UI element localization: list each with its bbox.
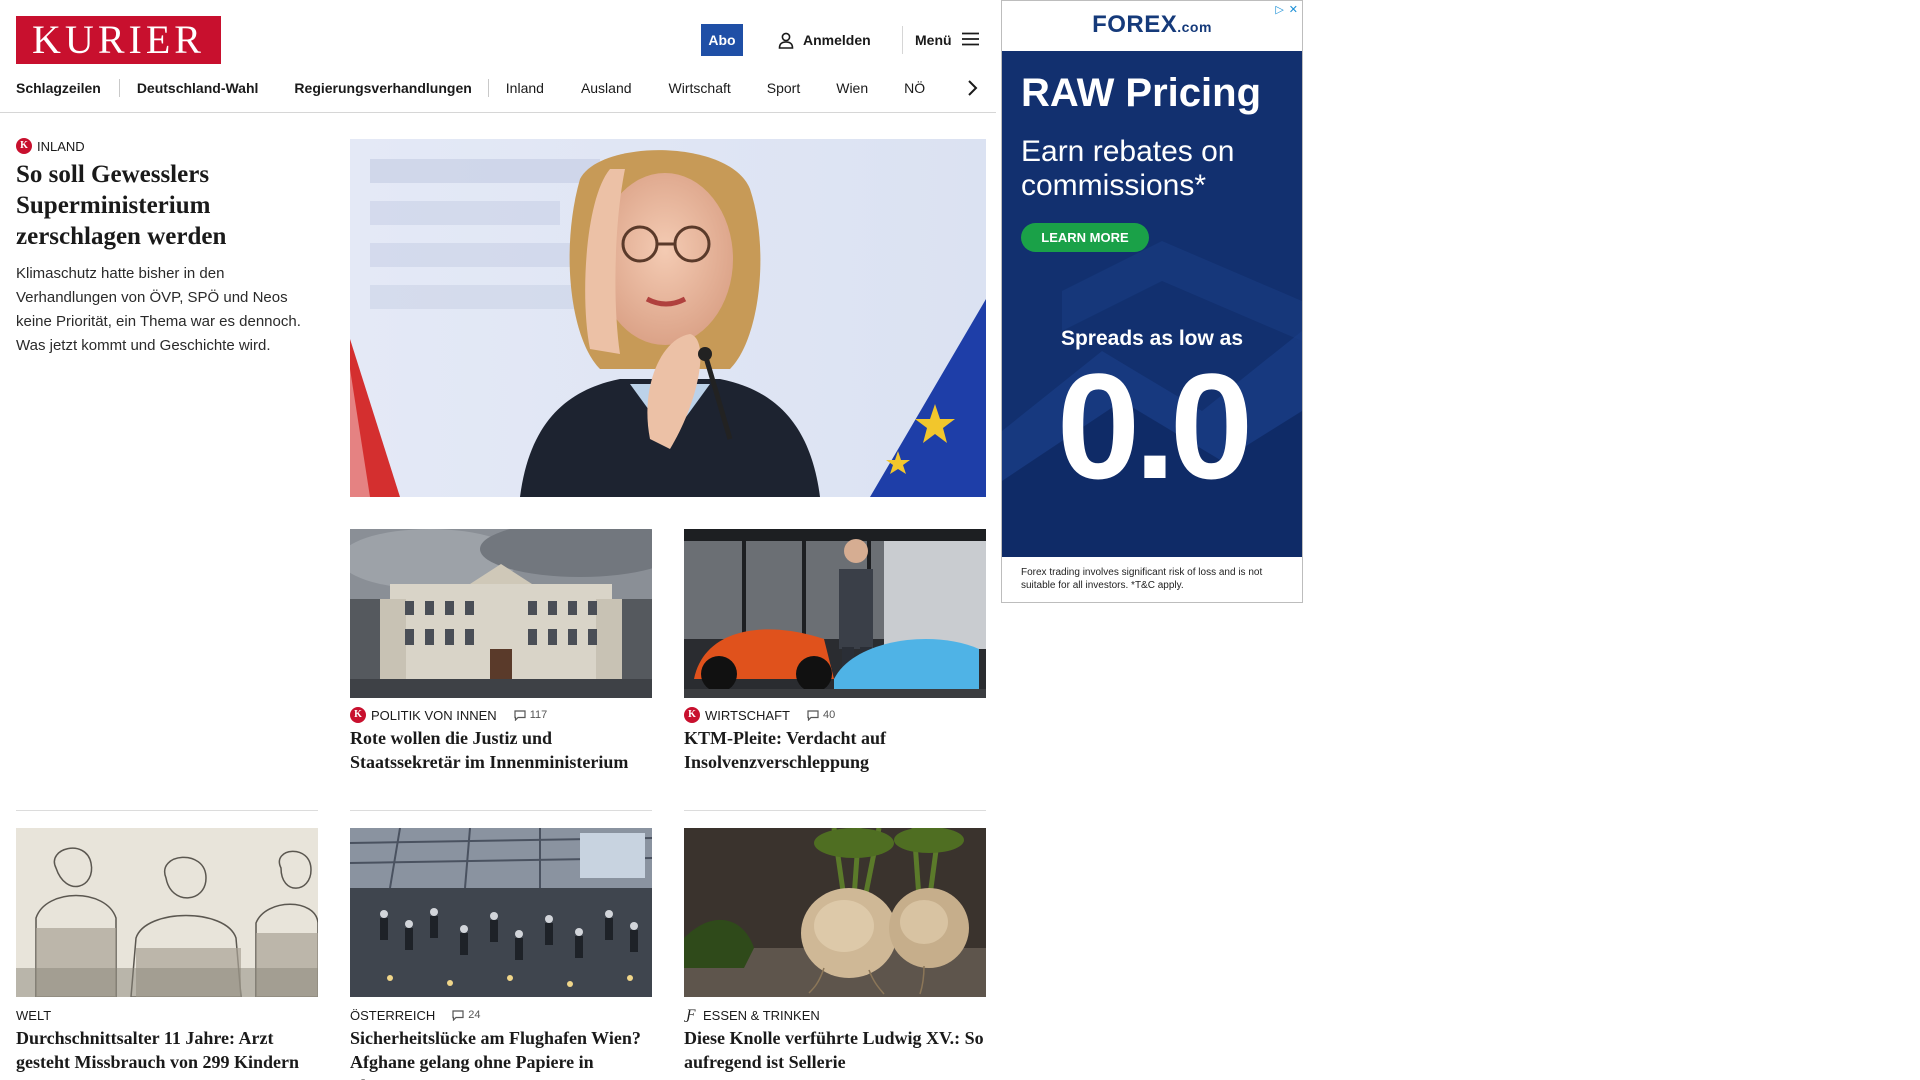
teaser-image-justiz[interactable] [350,529,652,698]
learn-more-button[interactable]: LEARN MORE [1021,223,1149,252]
teaser-image-gerichtszeichnung[interactable] [16,828,318,997]
comment-count-value: 117 [529,709,548,721]
nav-item-deutschland-wahl[interactable]: Deutschland-Wahl [137,80,259,96]
ad-header: FOREX.com ▷ ✕ [1002,1,1302,51]
nav-item-regierungsverhandlungen[interactable]: Regierungsverhandlungen [294,80,471,96]
kurier-k-icon: K [684,707,700,723]
nav-item-ausland[interactable]: Ausland [581,80,632,96]
lead-kicker-label: INLAND [37,138,85,154]
teaser-headline-sellerie[interactable]: Diese Knolle verführte Ludwig XV.: So au… [684,1026,986,1074]
ad-choices[interactable]: ▷ ✕ [1275,3,1298,16]
comment-icon [514,709,526,721]
teaser-kicker-label: ÖSTERREICH [350,1007,436,1023]
teaser-headline-ktm[interactable]: KTM-Pleite: Verdacht auf Insolvenzversch… [684,726,986,774]
teaser-image-flughafen[interactable] [350,828,652,997]
header-divider [902,26,903,54]
comment-count[interactable]: 40 [807,709,835,721]
teaser-headline-missbrauch[interactable]: Durchschnittsalter 11 Jahre: Arzt gesteh… [16,1026,318,1074]
abo-button[interactable]: Abo [701,24,743,56]
kurier-k-icon: K [350,707,366,723]
site-header: KURIER Abo Anmelden Menü Schlagzeilen De… [0,0,996,113]
comment-count[interactable]: 117 [514,709,548,721]
teaser-kicker-label: WIRTSCHAFT [705,707,790,723]
comment-icon [452,1009,464,1021]
teaser-kicker-label: ESSEN & TRINKEN [703,1007,820,1023]
teaser-kicker-wirtschaft[interactable]: K WIRTSCHAFT 40 [684,707,835,723]
teaser-kicker-essen[interactable]: ƒ ESSEN & TRINKEN [684,1007,820,1023]
ad-choices-icon[interactable]: ▷ [1275,3,1283,16]
lead-headline[interactable]: So soll Gewesslers Superministerium zers… [16,159,316,252]
nav-divider [118,79,120,97]
teaser-kicker-welt[interactable]: WELT [16,1007,51,1023]
ad-headline: RAW Pricing [1021,71,1262,115]
hamburger-icon [961,32,979,49]
nav-item-schlagzeilen[interactable]: Schlagzeilen [16,80,101,96]
teaser-image-sellerie[interactable] [684,828,986,997]
menu-label: Menü [915,32,952,48]
kurier-k-icon: K [16,138,32,154]
teaser-headline-justiz[interactable]: Rote wollen die Justiz und Staatssekretä… [350,726,652,774]
menu-button[interactable]: Menü [915,30,979,50]
row-divider [350,810,652,811]
close-icon[interactable]: ✕ [1289,3,1298,16]
teaser-image-ktm[interactable] [684,529,986,698]
row-divider [16,810,318,811]
kurier-logo[interactable]: KURIER [16,16,221,64]
teaser-kicker-politik[interactable]: K POLITIK VON INNEN 117 [350,707,547,723]
nav-item-inland[interactable]: Inland [506,80,544,96]
lead-kicker[interactable]: K INLAND [16,138,85,154]
comment-count-value: 40 [822,709,836,721]
nav-item-wien[interactable]: Wien [836,80,868,96]
teaser-headline-flughafen[interactable]: Sicherheitslücke am Flughafen Wien? Afgh… [350,1026,652,1080]
nav-item-sport[interactable]: Sport [767,80,800,96]
row-divider [684,810,986,811]
user-icon [778,32,794,49]
forex-ad[interactable]: FOREX.com ▷ ✕ RAW Pricing Earn rebates o… [1001,0,1303,603]
comment-count[interactable]: 24 [452,1009,480,1021]
comment-icon [807,709,819,721]
login-link[interactable]: Anmelden [778,30,871,50]
nav-item-noe[interactable]: NÖ [904,80,925,96]
login-label: Anmelden [803,32,871,48]
nav-divider [487,79,489,97]
teaser-kicker-oesterreich[interactable]: ÖSTERREICH 24 [350,1007,480,1023]
main-navigation: Schlagzeilen Deutschland-Wahl Regierungs… [16,76,925,100]
ad-banner[interactable]: RAW Pricing Earn rebates on commissions*… [1002,51,1302,557]
ad-disclaimer: Forex trading involves significant risk … [1021,567,1263,591]
chevron-right-icon[interactable] [966,78,978,103]
teaser-kicker-label: WELT [16,1007,52,1023]
comment-count-value: 24 [468,1009,481,1021]
ad-big-value: 0.0 [1056,342,1254,510]
forex-logo[interactable]: FOREX.com [1002,11,1302,39]
lead-teaser-text: Klimaschutz hatte bisher in den Verhandl… [16,265,301,354]
freizeit-f-icon: ƒ [686,1007,696,1023]
nav-item-wirtschaft[interactable]: Wirtschaft [669,80,731,96]
lead-image[interactable] [350,139,986,497]
teaser-kicker-label: POLITIK VON INNEN [371,707,497,723]
ad-subline: Earn rebates on commissions* [1021,135,1235,202]
